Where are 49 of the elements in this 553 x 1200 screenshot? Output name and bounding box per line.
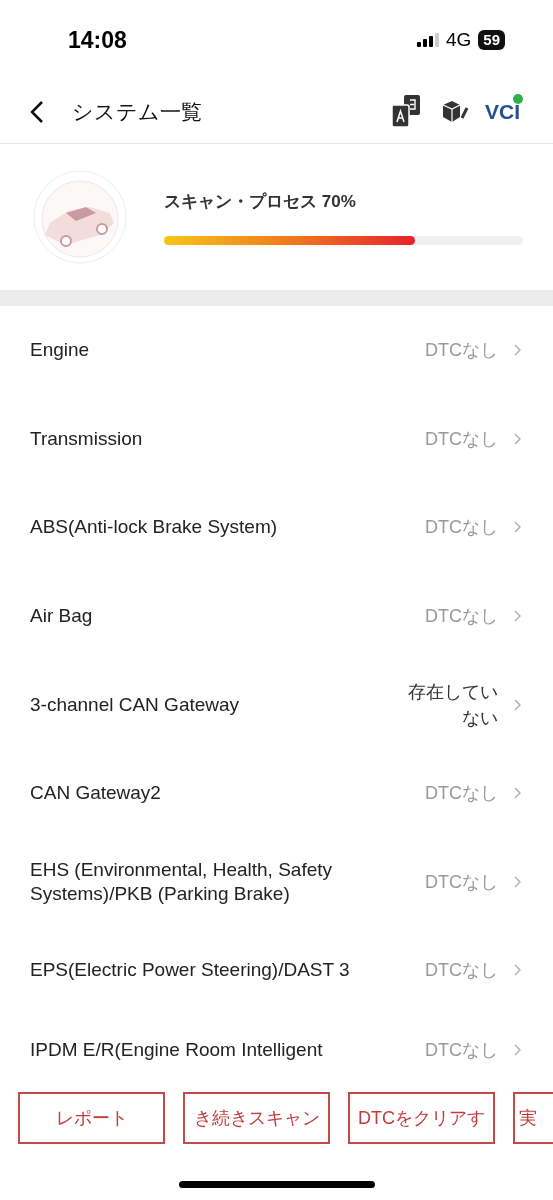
page-title: システム一覧 — [72, 98, 203, 125]
system-status: DTCなし — [424, 427, 498, 451]
system-row[interactable]: CAN Gateway2 DTCなし — [0, 748, 553, 838]
chevron-icon — [514, 344, 521, 357]
chevron-icon — [514, 521, 521, 534]
system-status: DTCなし — [424, 782, 498, 806]
system-status: 存在していない — [407, 680, 498, 730]
box-pencil-icon[interactable] — [441, 99, 469, 124]
action-button[interactable]: き続きスキャン — [183, 1092, 330, 1144]
system-row[interactable]: Transmission DTCなし — [0, 394, 553, 484]
action-button[interactable]: 実 — [513, 1092, 553, 1144]
status-time: 14:08 — [68, 25, 127, 55]
system-name: Engine — [30, 338, 91, 363]
system-status: DTCなし — [424, 870, 498, 894]
chevron-icon — [514, 610, 521, 623]
chevron-icon — [514, 698, 521, 711]
system-status: DTCなし — [424, 516, 498, 540]
action-button[interactable]: レポート — [18, 1092, 165, 1144]
system-row[interactable]: Air Bag DTCなし — [0, 571, 553, 661]
system-row[interactable]: EHS (Environmental, Health, Safety Systems)/PKB (Parking Brake) DTCなし — [0, 837, 553, 927]
system-status: DTCなし — [424, 339, 498, 363]
system-row[interactable]: IPDM E/R(Engine Room Intelligent DTCなし — [0, 1014, 553, 1070]
scan-progress-label: スキャン・プロセス 70% — [164, 190, 357, 213]
system-row[interactable]: 3-channel CAN Gateway 存在していない — [0, 660, 553, 749]
system-name: EHS (Environmental, Health, Safety Systems)/PKB (Parking Brake) — [30, 857, 334, 906]
system-name: CAN Gateway2 — [30, 781, 162, 806]
network-label: 4G — [445, 27, 472, 52]
signal-icon — [416, 33, 439, 47]
back-icon[interactable] — [30, 99, 44, 124]
system-name: Air Bag — [30, 604, 94, 629]
system-name: 3-channel CAN Gateway — [30, 692, 241, 717]
system-name: Transmission — [30, 426, 144, 451]
chevron-icon — [514, 787, 521, 800]
system-status: DTCなし — [424, 959, 498, 983]
system-row[interactable]: EPS(Electric Power Steering)/DAST 3 DTCなし — [0, 926, 553, 1015]
system-status: DTCなし — [424, 1038, 498, 1062]
translate-icon[interactable] — [391, 94, 421, 129]
system-name: EPS(Electric Power Steering)/DAST 3 — [30, 958, 351, 983]
system-row[interactable]: Engine DTCなし — [0, 306, 553, 395]
chevron-icon — [514, 964, 521, 977]
system-name: IPDM E/R(Engine Room Intelligent — [30, 1037, 324, 1062]
battery-indicator: 59 — [478, 30, 505, 50]
chevron-icon — [514, 432, 521, 445]
chevron-icon — [514, 875, 521, 888]
action-button[interactable]: DTCをクリアす — [348, 1092, 495, 1144]
system-row[interactable]: ABS(Anti-lock Brake System) DTCなし — [0, 483, 553, 572]
system-name: ABS(Anti-lock Brake System) — [30, 515, 279, 540]
system-status: DTCなし — [424, 605, 498, 629]
chevron-icon — [514, 1043, 521, 1056]
